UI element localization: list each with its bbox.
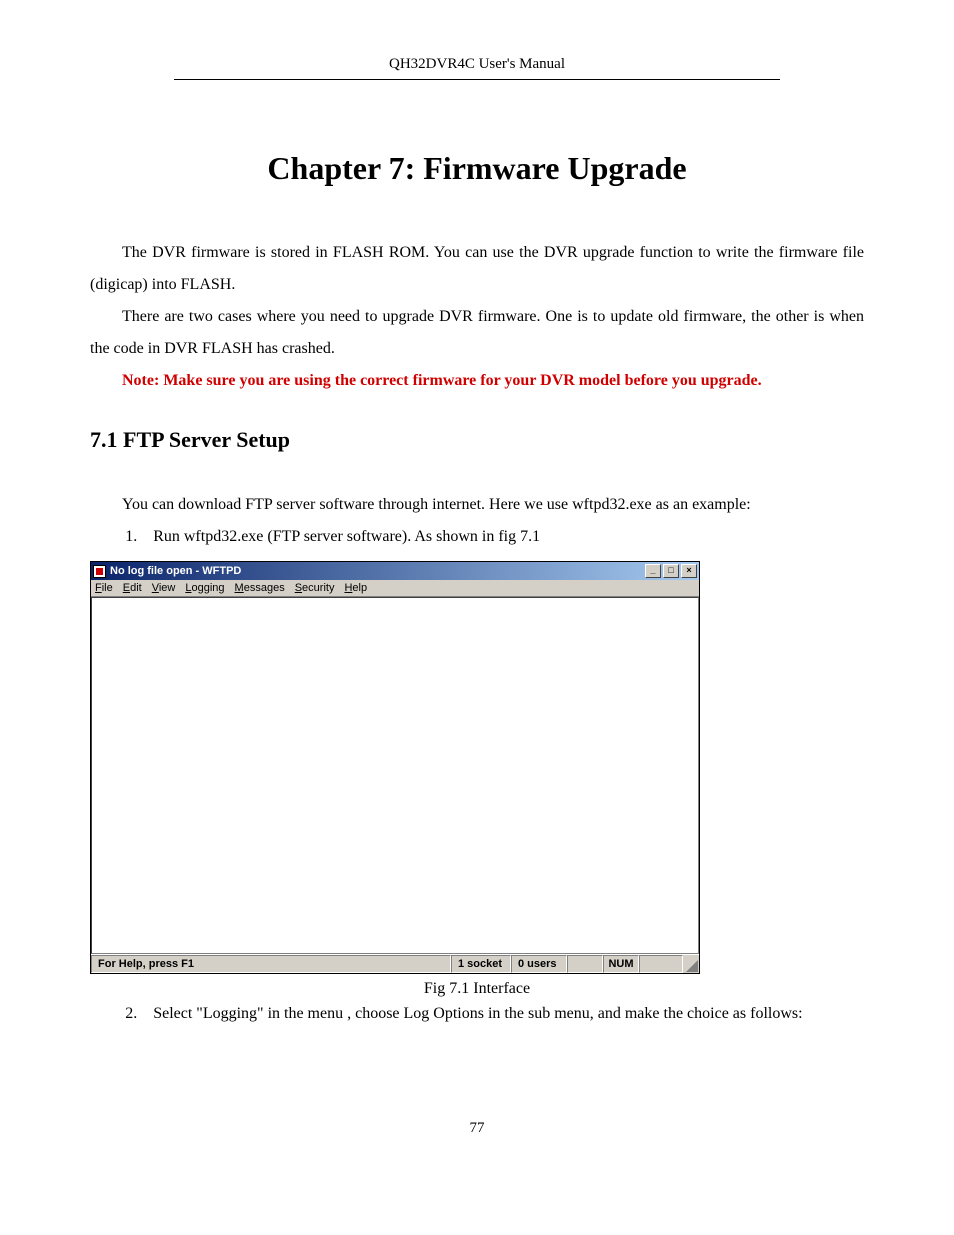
status-help: For Help, press F1 [91,955,451,973]
paragraph-2: There are two cases where you need to up… [90,301,864,365]
status-socket: 1 socket [451,955,511,973]
menubar: File Edit View Logging Messages Security… [91,580,699,597]
list-number: 1. [125,528,137,545]
menu-help[interactable]: Help [344,582,367,594]
status-blank [567,955,603,973]
section-intro: You can download FTP server software thr… [90,489,864,521]
list-number: 2. [125,1005,137,1022]
menu-edit[interactable]: Edit [123,582,142,594]
maximize-button[interactable]: □ [663,564,679,578]
figure-caption: Fig 7.1 Interface [90,980,864,998]
minimize-button[interactable]: _ [645,564,661,578]
document-page: QH32DVR4C User's Manual Chapter 7: Firmw… [0,0,954,1177]
status-blank2 [639,955,683,973]
resize-grip-icon[interactable] [683,955,699,973]
list-item-1: 1. Run wftpd32.exe (FTP server software)… [90,521,864,553]
wftpd-window: No log file open - WFTPD _ □ × File Edit… [90,561,700,974]
window-title: No log file open - WFTPD [110,565,645,577]
titlebar: No log file open - WFTPD _ □ × [91,562,699,580]
status-users: 0 users [511,955,567,973]
menu-messages[interactable]: Messages [235,582,285,594]
app-icon [93,565,106,578]
menu-security[interactable]: Security [295,582,335,594]
window-controls: _ □ × [645,564,697,578]
statusbar: For Help, press F1 1 socket 0 users NUM [91,954,699,973]
page-number: 77 [90,1120,864,1137]
running-header: QH32DVR4C User's Manual [174,56,780,80]
list-text: Select "Logging" in the menu , choose Lo… [153,1005,802,1022]
paragraph-1: The DVR firmware is stored in FLASH ROM.… [90,237,864,301]
status-numlock: NUM [603,955,639,973]
menu-file[interactable]: File [95,582,113,594]
list-item-2: 2. Select "Logging" in the menu , choose… [90,998,864,1030]
menu-view[interactable]: View [152,582,176,594]
chapter-title: Chapter 7: Firmware Upgrade [90,150,864,187]
section-heading: 7.1 FTP Server Setup [90,427,864,453]
client-area [91,597,699,954]
list-text: Run wftpd32.exe (FTP server software). A… [153,528,540,545]
menu-logging[interactable]: Logging [185,582,224,594]
warning-note: Note: Make sure you are using the correc… [90,365,864,397]
close-button[interactable]: × [681,564,697,578]
